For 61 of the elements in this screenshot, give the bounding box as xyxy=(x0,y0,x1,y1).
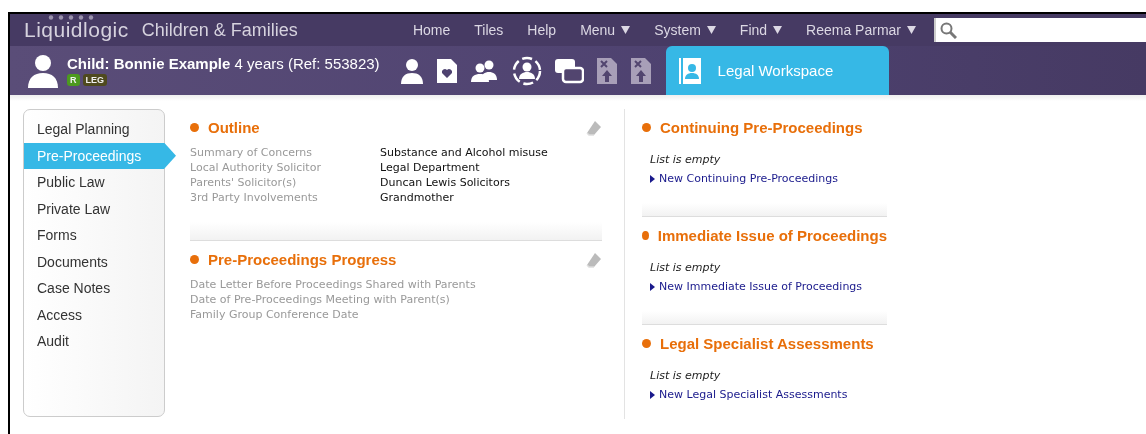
bullet-icon xyxy=(642,231,649,240)
status-badge: LEG xyxy=(82,74,107,86)
new-item-link[interactable]: New Continuing Pre-Proceedings xyxy=(650,172,887,185)
section-title: Immediate Issue of Proceedings xyxy=(657,227,887,244)
field-label: Local Authority Solicitor xyxy=(190,161,322,174)
bullet-icon xyxy=(642,123,651,132)
logo: Liquidlogic xyxy=(24,18,129,42)
nav-link[interactable]: Home xyxy=(400,22,463,38)
section-title: Continuing Pre-Proceedings xyxy=(660,119,863,136)
field-label: Date of Pre-Proceedings Meeting with Parent(s) xyxy=(190,293,451,306)
document-heart-icon xyxy=(435,57,458,84)
person-circle-icon xyxy=(511,55,542,86)
field-value: Duncan Lewis Solicitors xyxy=(380,176,511,189)
section-title: Legal Specialist Assessments xyxy=(660,335,874,352)
field-value: Legal Department xyxy=(380,161,481,174)
document-upload-icon xyxy=(629,56,652,85)
section-title: Pre-Proceedings Progress xyxy=(208,251,397,268)
field-value: Substance and Alcohol misuse xyxy=(380,146,549,159)
sidebar-item[interactable]: Legal Planning xyxy=(24,116,164,143)
sidebar-item[interactable]: Audit xyxy=(24,328,164,355)
bullet-icon xyxy=(642,339,651,348)
field-label: Family Group Conference Date xyxy=(190,308,360,321)
person-icon xyxy=(399,57,424,84)
field-label: Date Letter Before Proceedings Shared with Parents xyxy=(190,278,477,291)
bullet-icon xyxy=(190,255,199,264)
new-item-link[interactable]: New Legal Specialist Assessments xyxy=(650,388,887,401)
field-label: 3rd Party Involvements xyxy=(190,191,319,204)
caret-right-icon xyxy=(650,174,655,183)
caret-right-icon xyxy=(650,282,655,291)
field-label: Parents' Solicitor(s) xyxy=(190,176,298,189)
nav-link[interactable]: Help xyxy=(515,22,569,38)
search-field[interactable] xyxy=(934,18,1146,42)
empty-list-message: List is empty xyxy=(650,153,722,166)
sidebar-item[interactable]: Case Notes xyxy=(24,275,164,302)
empty-list-message: List is empty xyxy=(650,369,722,382)
subject-name: Child: Bonnie Example 4 years (Ref: 553823) xyxy=(67,55,380,72)
document-upload-icon xyxy=(595,56,618,85)
sidebar-item[interactable]: Access xyxy=(24,301,164,328)
status-badge: R xyxy=(67,74,80,86)
field-label: Summary of Concerns xyxy=(190,146,313,159)
section-title: Outline xyxy=(208,119,260,136)
bullet-icon xyxy=(190,123,199,132)
field-value: Grandmother xyxy=(380,191,455,204)
nav-link[interactable]: Reema Parmar xyxy=(794,22,928,38)
contact-book-icon xyxy=(677,56,702,85)
people-icon xyxy=(469,59,500,82)
nav-link[interactable]: Menu xyxy=(568,22,643,38)
sidebar-item[interactable]: Public Law xyxy=(24,169,164,196)
sidebar-item[interactable]: Private Law xyxy=(24,195,164,222)
caret-right-icon xyxy=(650,390,655,399)
windows-icon xyxy=(553,57,584,84)
sidebar-item[interactable]: Documents xyxy=(24,248,164,275)
nav-link[interactable]: System xyxy=(642,22,728,38)
search-icon xyxy=(940,21,957,39)
new-item-link[interactable]: New Immediate Issue of Proceedings xyxy=(650,280,887,293)
app-title: Children & Families xyxy=(141,19,298,41)
empty-list-message: List is empty xyxy=(650,261,722,274)
nav-link[interactable]: Tiles xyxy=(462,22,516,38)
nav-link[interactable]: Find xyxy=(727,22,795,38)
sidebar-item[interactable]: Forms xyxy=(24,222,164,249)
person-avatar-icon xyxy=(27,53,59,88)
